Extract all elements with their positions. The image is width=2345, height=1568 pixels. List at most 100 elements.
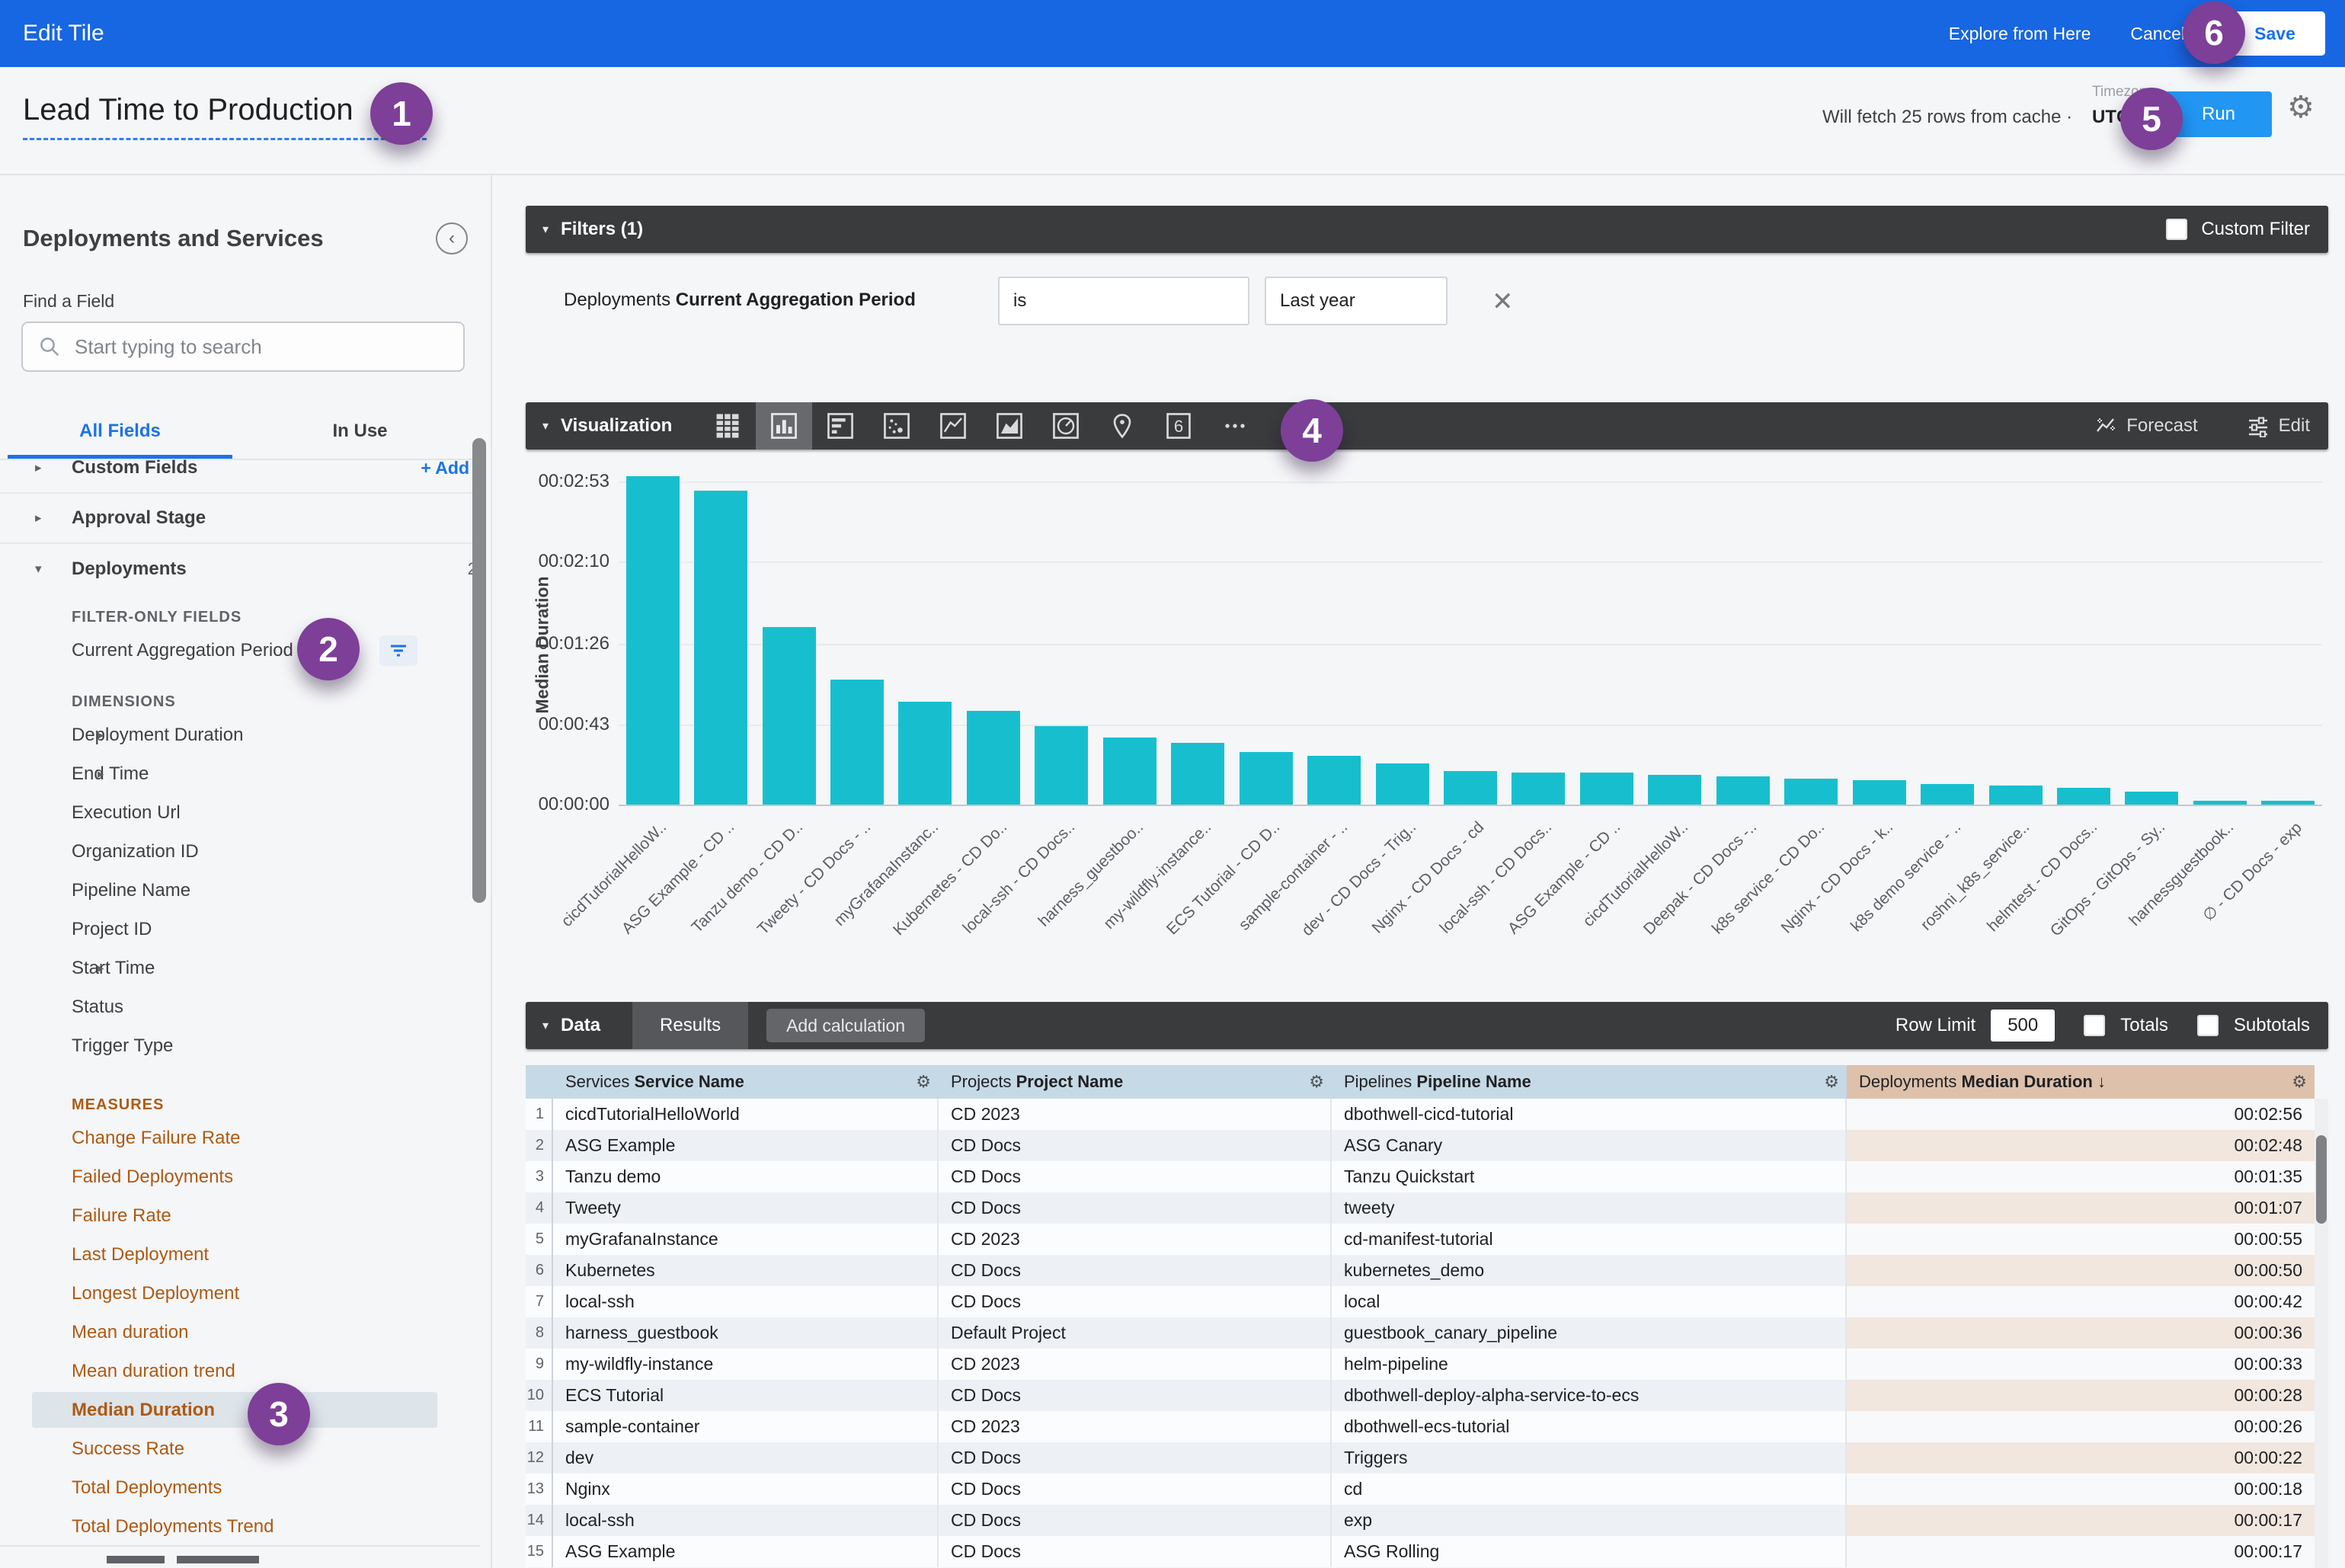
column-header-service-name[interactable]: Services Service Name ⚙ [553, 1065, 939, 1099]
cell-median-duration[interactable]: 00:00:26 [1847, 1411, 2315, 1442]
field-item-pipeline-name[interactable]: Pipeline Name [0, 871, 480, 910]
viz-type-scatter-icon[interactable] [869, 402, 925, 450]
cell-service-name[interactable]: my-wildfly-instance [553, 1349, 939, 1380]
gear-icon[interactable]: ⚙ [1309, 1072, 1324, 1092]
field-item-organization-id[interactable]: Organization ID [0, 832, 480, 871]
field-item-median-duration[interactable]: Median Duration [0, 1390, 480, 1429]
cell-pipeline-name[interactable]: cd [1332, 1474, 1847, 1505]
cell-service-name[interactable]: myGrafanaInstance [553, 1224, 939, 1255]
cell-service-name[interactable]: harness_guestbook [553, 1317, 939, 1349]
chart-bar[interactable] [694, 491, 747, 805]
table-scrollbar[interactable] [2315, 1099, 2328, 1568]
cell-median-duration[interactable]: 00:01:35 [1847, 1161, 2315, 1192]
collapse-sidebar-icon[interactable]: ‹ [436, 222, 468, 254]
forecast-button[interactable]: Forecast [2094, 414, 2197, 437]
field-item-mean-duration-trend[interactable]: Mean duration trend [0, 1352, 480, 1390]
chart-bar[interactable] [1716, 776, 1770, 805]
viz-type-area-icon[interactable] [981, 402, 1038, 450]
column-header-median-duration[interactable]: Deployments Median Duration ↓ ⚙ [1847, 1065, 2315, 1099]
chart-bar[interactable] [2057, 788, 2110, 805]
cell-service-name[interactable]: Kubernetes [553, 1255, 939, 1286]
row-limit-input[interactable] [1991, 1010, 2055, 1042]
chart-bar[interactable] [2261, 801, 2315, 805]
cell-project-name[interactable]: CD Docs [939, 1474, 1332, 1505]
cell-service-name[interactable]: Tanzu demo [553, 1161, 939, 1192]
gear-icon[interactable]: ⚙ [2292, 1072, 2307, 1092]
subtotals-checkbox[interactable] [2197, 1015, 2219, 1036]
chart-bar[interactable] [763, 627, 816, 805]
chart-bar[interactable] [1989, 786, 2043, 805]
field-item-deployment-duration[interactable]: ▸Deployment Duration [0, 715, 480, 754]
gear-icon[interactable]: ⚙ [916, 1072, 931, 1092]
cell-project-name[interactable]: CD 2023 [939, 1224, 1332, 1255]
viz-type-map-icon[interactable] [1094, 402, 1150, 450]
cell-service-name[interactable]: Tweety [553, 1192, 939, 1224]
cell-median-duration[interactable]: 00:00:22 [1847, 1442, 2315, 1474]
gear-icon[interactable]: ⚙ [2287, 90, 2315, 125]
custom-filter-checkbox[interactable] [2166, 219, 2187, 240]
sidebar-scrollbar[interactable] [472, 438, 486, 903]
field-item-execution-url[interactable]: Execution Url [0, 793, 480, 832]
cell-pipeline-name[interactable]: local [1332, 1286, 1847, 1317]
cell-service-name[interactable]: Nginx [553, 1474, 939, 1505]
cell-median-duration[interactable]: 00:02:56 [1847, 1099, 2315, 1130]
section-collapse-icon[interactable]: ▾ [542, 222, 549, 237]
viz-type-line-icon[interactable] [925, 402, 981, 450]
chart-bar[interactable] [2193, 801, 2247, 805]
cell-service-name[interactable]: local-ssh [553, 1505, 939, 1536]
field-item-end-time[interactable]: ▸End Time [0, 754, 480, 793]
section-collapse-icon[interactable]: ▾ [542, 418, 549, 434]
chart-bar[interactable] [1307, 756, 1361, 805]
chart-bar[interactable] [1853, 780, 1906, 805]
cell-median-duration[interactable]: 00:00:36 [1847, 1317, 2315, 1349]
field-search-box[interactable] [21, 322, 465, 372]
cell-project-name[interactable]: Default Project [939, 1317, 1332, 1349]
cell-pipeline-name[interactable]: guestbook_canary_pipeline [1332, 1317, 1847, 1349]
viz-type-more-icon[interactable] [1207, 402, 1263, 450]
cell-project-name[interactable]: CD Docs [939, 1505, 1332, 1536]
cancel-link[interactable]: Cancel [2130, 24, 2185, 44]
cell-project-name[interactable]: CD Docs [939, 1192, 1332, 1224]
cell-median-duration[interactable]: 00:00:18 [1847, 1474, 2315, 1505]
chart-bar[interactable] [1035, 726, 1088, 805]
chart-bar[interactable] [1648, 775, 1701, 805]
viz-type-row-icon[interactable] [812, 402, 869, 450]
cell-service-name[interactable]: sample-container [553, 1411, 939, 1442]
tile-title-input[interactable]: Lead Time to Production [23, 93, 427, 140]
cell-median-duration[interactable]: 00:00:42 [1847, 1286, 2315, 1317]
field-group-deployments[interactable]: ▾Deployments2 [0, 544, 480, 594]
filter-value-input[interactable]: Last year [1265, 277, 1448, 325]
chart-bar[interactable] [1103, 738, 1157, 805]
cell-median-duration[interactable]: 00:01:07 [1847, 1192, 2315, 1224]
field-item-status[interactable]: Status [0, 987, 480, 1026]
field-item-failure-rate[interactable]: Failure Rate [0, 1196, 480, 1235]
chart-bar[interactable] [1240, 752, 1293, 805]
chart-bar[interactable] [1580, 773, 1633, 805]
field-search-input[interactable] [75, 335, 440, 359]
field-item-failed-deployments[interactable]: Failed Deployments [0, 1157, 480, 1196]
cell-project-name[interactable]: CD 2023 [939, 1099, 1332, 1130]
cell-project-name[interactable]: CD Docs [939, 1161, 1332, 1192]
field-item-total-deployments[interactable]: Total Deployments [0, 1468, 480, 1507]
viz-type-single-value-icon[interactable]: 6 [1150, 402, 1207, 450]
viz-type-table-icon[interactable] [699, 402, 756, 450]
tab-results[interactable]: Results [632, 1002, 748, 1049]
field-group-approval-stage[interactable]: ▸Approval Stage [0, 494, 480, 544]
column-header-pipeline-name[interactable]: Pipelines Pipeline Name ⚙ [1332, 1065, 1847, 1099]
field-item-mean-duration[interactable]: Mean duration [0, 1313, 480, 1352]
cell-project-name[interactable]: CD Docs [939, 1130, 1332, 1161]
cell-service-name[interactable]: local-ssh [553, 1286, 939, 1317]
chart-bar[interactable] [626, 476, 680, 805]
field-item-change-failure-rate[interactable]: Change Failure Rate [0, 1118, 480, 1157]
field-item-total-deployments-trend[interactable]: Total Deployments Trend [0, 1507, 480, 1546]
chart-bar[interactable] [1784, 779, 1838, 805]
cell-median-duration[interactable]: 00:00:28 [1847, 1380, 2315, 1411]
cell-median-duration[interactable]: 00:00:55 [1847, 1224, 2315, 1255]
cell-service-name[interactable]: ASG Example [553, 1130, 939, 1161]
add-calculation-button[interactable]: Add calculation [766, 1009, 925, 1042]
cell-project-name[interactable]: CD Docs [939, 1442, 1332, 1474]
cell-pipeline-name[interactable]: dbothwell-deploy-alpha-service-to-ecs [1332, 1380, 1847, 1411]
chart-bar[interactable] [1512, 773, 1565, 805]
cell-pipeline-name[interactable]: ASG Rolling [1332, 1536, 1847, 1567]
chart-bar[interactable] [898, 702, 952, 805]
